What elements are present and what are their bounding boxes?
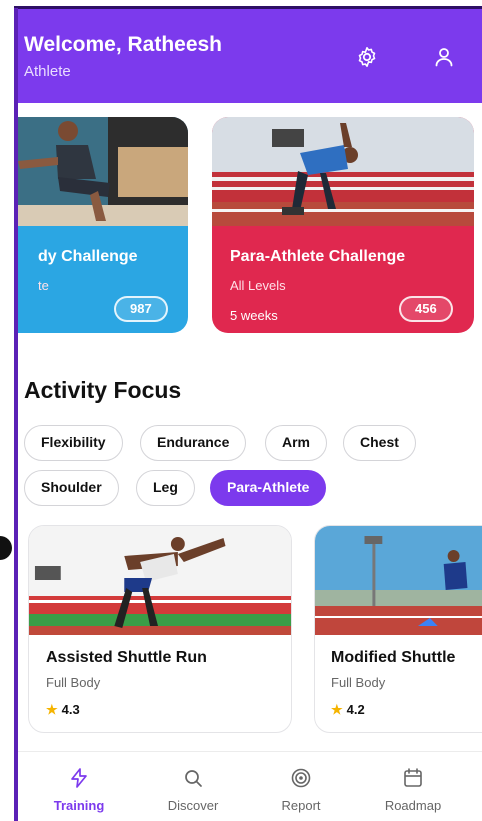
edge-handle[interactable] bbox=[0, 536, 12, 560]
nav-label: Roadmap bbox=[384, 798, 442, 813]
gear-icon[interactable] bbox=[355, 45, 379, 69]
nav-training[interactable]: Training bbox=[24, 752, 134, 821]
star-icon: ★ bbox=[331, 702, 343, 717]
nav-label: Report bbox=[281, 798, 321, 813]
challenge-title: dy Challenge bbox=[38, 248, 138, 265]
challenge-duration: 5 weeks bbox=[230, 308, 278, 323]
challenge-level: te bbox=[38, 278, 49, 293]
challenge-title: Para-Athlete Challenge bbox=[230, 248, 406, 265]
calendar-icon bbox=[404, 768, 422, 787]
rating-value: 4.2 bbox=[346, 702, 365, 717]
nav-discover[interactable]: Discover bbox=[138, 752, 248, 821]
welcome-title: Welcome, Ratheesh bbox=[24, 33, 223, 56]
screen: Welcome, Ratheesh Athlete dy Challenge t… bbox=[0, 0, 482, 821]
nav-roadmap[interactable]: Roadmap bbox=[358, 752, 468, 821]
participants-badge: 456 bbox=[399, 296, 453, 322]
user-icon[interactable] bbox=[432, 45, 456, 69]
challenge-card-body[interactable]: dy Challenge te 987 bbox=[18, 117, 188, 333]
activity-rating: ★ 4.2 bbox=[331, 702, 365, 718]
activity-category: Full Body bbox=[331, 675, 386, 690]
lightning-icon bbox=[71, 768, 87, 788]
chip-endurance[interactable]: Endurance bbox=[140, 425, 247, 461]
challenge-image-sprinter bbox=[212, 117, 474, 226]
chip-para-athlete[interactable]: Para-Athlete bbox=[210, 470, 327, 506]
activity-category: Full Body bbox=[46, 675, 101, 690]
chip-flexibility[interactable]: Flexibility bbox=[24, 425, 123, 461]
activity-rating: ★ 4.3 bbox=[46, 702, 80, 718]
challenge-level: All Levels bbox=[230, 278, 286, 293]
nav-label: Discover bbox=[167, 798, 219, 813]
nav-label: Training bbox=[53, 798, 105, 813]
target-icon bbox=[291, 768, 311, 788]
bottom-nav: Training Discover Report Roadmap bbox=[18, 751, 482, 821]
nav-report[interactable]: Report bbox=[246, 752, 356, 821]
participants-badge: 987 bbox=[114, 296, 168, 322]
star-icon: ★ bbox=[46, 702, 58, 717]
rating-value: 4.3 bbox=[61, 702, 80, 717]
chip-chest[interactable]: Chest bbox=[343, 425, 416, 461]
activity-title: Assisted Shuttle Run bbox=[46, 649, 207, 666]
app: Welcome, Ratheesh Athlete dy Challenge t… bbox=[18, 9, 482, 821]
activity-image-sprinter-blades bbox=[29, 526, 291, 635]
search-icon bbox=[185, 770, 202, 787]
challenge-image-kitchen-squat bbox=[18, 117, 188, 226]
header: Welcome, Ratheesh Athlete bbox=[18, 9, 482, 103]
chip-shoulder[interactable]: Shoulder bbox=[24, 470, 119, 506]
activity-title: Modified Shuttle bbox=[331, 649, 456, 666]
activity-focus-title: Activity Focus bbox=[24, 377, 182, 403]
chip-leg[interactable]: Leg bbox=[136, 470, 195, 506]
role-subtitle: Athlete bbox=[24, 63, 71, 80]
activity-image-stadium bbox=[315, 526, 482, 635]
challenge-card-para-athlete[interactable]: Para-Athlete Challenge All Levels 5 week… bbox=[212, 117, 474, 333]
chip-arm[interactable]: Arm bbox=[265, 425, 328, 461]
